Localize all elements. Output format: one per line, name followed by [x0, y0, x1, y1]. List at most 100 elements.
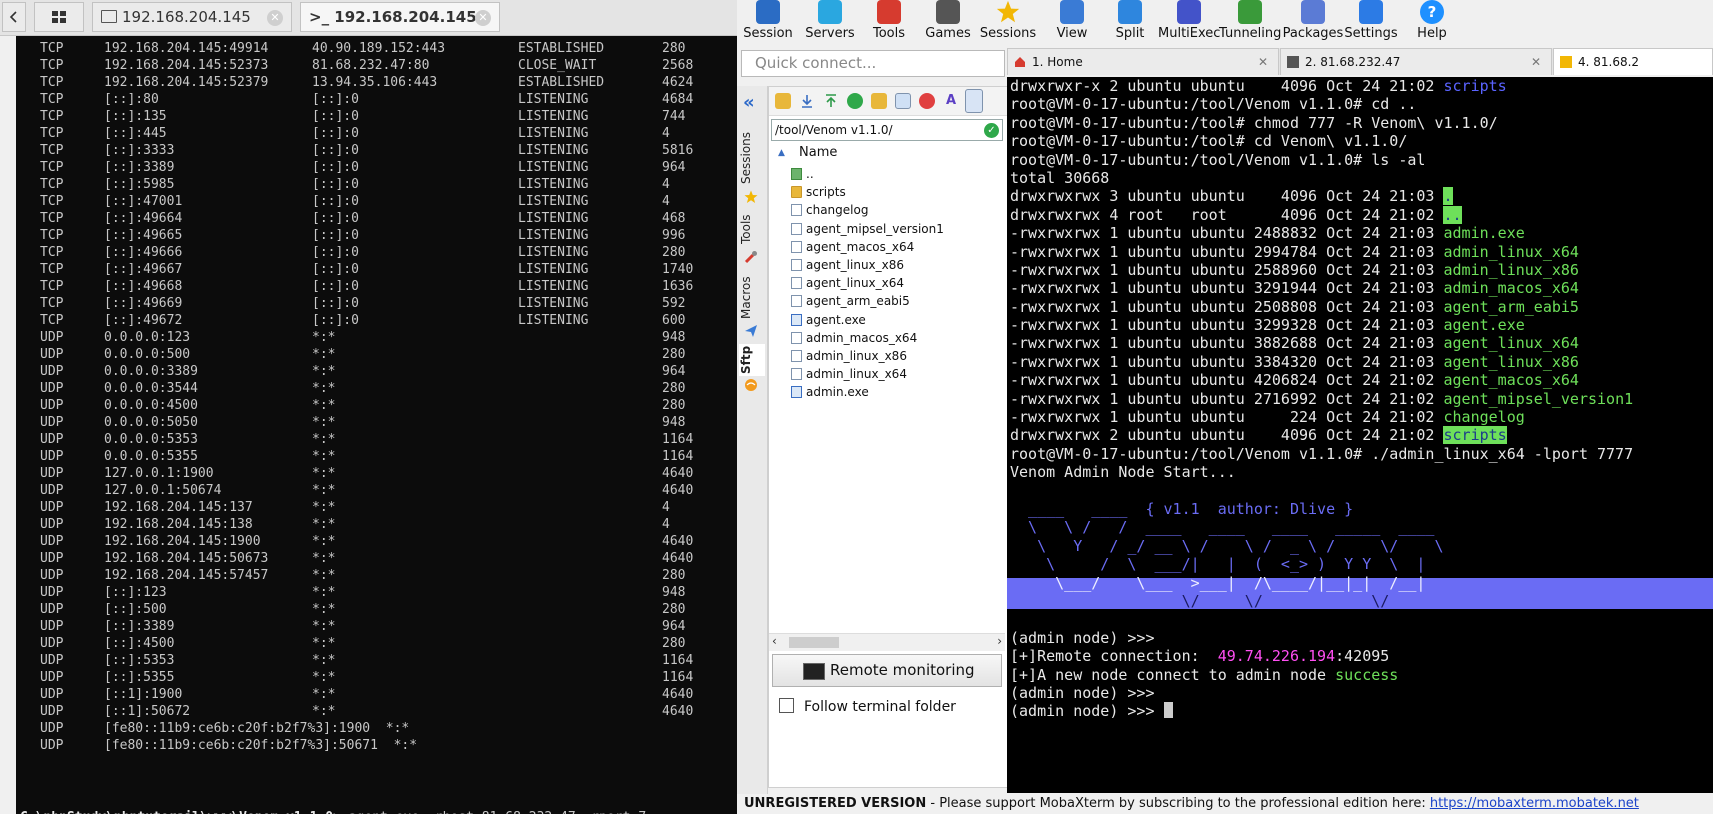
toolbar-view-button[interactable]: View [1041, 0, 1103, 46]
file-list-item[interactable]: agent_linux_x86 [769, 256, 1005, 274]
netstat-cell: [::]:4500 [104, 636, 175, 651]
toolbar-settings-button[interactable]: Settings [1340, 0, 1402, 46]
toolbar-split-button[interactable]: Split [1099, 0, 1161, 46]
netstat-cell: 127.0.0.1:50674 [104, 483, 222, 498]
toolbar-multiexec-button[interactable]: MultiExec [1158, 0, 1220, 46]
toolbar-help-button[interactable]: ? Help [1401, 0, 1463, 46]
close-icon[interactable]: ✕ [267, 10, 283, 26]
terminal-line: drwxrwxrwx 4 root root 4096 Oct 24 21:02… [1010, 205, 1633, 224]
netstat-cell: UDP [40, 534, 64, 549]
follow-terminal-folder-option[interactable]: Follow terminal folder [779, 696, 956, 718]
netstat-cell: *:* [312, 602, 336, 617]
refresh-icon[interactable] [847, 93, 863, 109]
file-list-item[interactable]: admin_linux_x64 [769, 365, 1005, 383]
toolbar-sessions-button[interactable]: Sessions [977, 0, 1039, 46]
checkmark-icon[interactable]: ✓ [984, 123, 999, 138]
toolbar-session-button[interactable]: Session [737, 0, 799, 46]
file-list-item[interactable]: agent_arm_eabi5 [769, 292, 1005, 310]
download-icon[interactable] [799, 93, 815, 109]
executable-icon [791, 313, 802, 326]
multiexec-icon [1177, 0, 1201, 24]
netstat-cell: TCP [40, 313, 64, 328]
unregistered-label: UNREGISTERED VERSION [744, 796, 927, 811]
netstat-cell: [fe80::11b9:ce6b:c20f:b2f7%3]:1900 *:* [104, 721, 410, 736]
tools-icon [744, 249, 758, 264]
file-name: agent_mipsel_version1 [806, 221, 944, 236]
scroll-right-icon[interactable]: › [997, 634, 1002, 648]
netstat-cell: UDP [40, 585, 64, 600]
file-list-item[interactable]: agent_linux_x64 [769, 274, 1005, 292]
netstat-cell: UDP [40, 721, 64, 736]
toolbar-tunneling-button[interactable]: Tunneling [1219, 0, 1281, 46]
toolbar-packages-button[interactable]: Packages [1282, 0, 1344, 46]
netstat-cell: [::]:49664 [104, 211, 183, 226]
netstat-cell: [::]:0 [312, 177, 359, 192]
toolbar-games-button[interactable]: Games [917, 0, 979, 46]
terminal-line: root@VM-0-17-ubuntu:/tool/Venom v1.1.0# … [1010, 95, 1633, 113]
tab-session-81-68-232-47[interactable]: 2. 81.68.232.47 ✕ [1280, 48, 1552, 75]
terminal-text: -rwxrwxrwx 1 ubuntu ubuntu 3384320 Oct 2… [1010, 352, 1444, 371]
close-icon[interactable]: ✕ [1531, 49, 1541, 75]
tab-label: 1. Home [1032, 55, 1083, 69]
netstat-cell: UDP [40, 483, 64, 498]
netstat-cell: TCP [40, 143, 64, 158]
tab-home[interactable]: 1. Home ✕ [1007, 48, 1279, 75]
file-list-item[interactable]: admin_linux_x86 [769, 347, 1005, 365]
terminal-text: -rwxrwxrwx 1 ubuntu ubuntu 2994784 Oct 2… [1010, 242, 1444, 261]
tab-sftp[interactable]: Sftp [739, 344, 765, 376]
horizontal-scrollbar[interactable]: ‹ › [769, 633, 1005, 651]
file-list-item[interactable]: scripts [769, 183, 1005, 201]
scroll-left-icon[interactable]: ‹ [772, 634, 777, 648]
file-list-item[interactable]: .. [769, 165, 1005, 183]
file-list-item[interactable]: changelog [769, 201, 1005, 219]
tab-shell-192-168-204-145[interactable]: >_ 192.168.204.145 ✕ [300, 2, 500, 32]
rename-icon[interactable]: A [943, 93, 959, 109]
upload-icon[interactable] [823, 93, 839, 109]
app-grid-icon[interactable] [34, 2, 84, 32]
file-name: agent_linux_x64 [806, 276, 905, 291]
terminal-line: \___/ \___ >___| /\____/|__|_| /__| [1010, 574, 1633, 592]
ssh-terminal[interactable]: drwxrwxr-x 2 ubuntu ubuntu 4096 Oct 24 2… [1007, 77, 1713, 793]
mobaxterm-link[interactable]: https://mobaxterm.mobatek.net [1430, 796, 1639, 811]
quick-connect-input[interactable]: Quick connect... [741, 50, 1005, 77]
terminal-line: \/ \/ \/ [1010, 592, 1633, 610]
toolbar-tools-button[interactable]: Tools [858, 0, 920, 46]
netstat-cell: LISTENING [518, 279, 589, 294]
tab-sessions[interactable]: Sessions [739, 130, 765, 186]
terminal-text: [+]A new node connect to admin node [1010, 665, 1336, 684]
file-icon [791, 331, 802, 344]
netstat-cell: 1164 [662, 670, 694, 685]
file-list-header[interactable]: ▲ Name [769, 143, 1005, 163]
file-list-item[interactable]: agent_macos_x64 [769, 238, 1005, 256]
remote-monitoring-button[interactable]: Remote monitoring [772, 654, 1002, 687]
netstat-cell: 4640 [662, 466, 694, 481]
terminal-text: [+]Remote connection: [1010, 647, 1218, 666]
scrollbar-thumb[interactable] [789, 637, 839, 648]
toolbar-label: View [1056, 26, 1088, 41]
delete-icon[interactable] [919, 93, 935, 109]
windows-console-output[interactable]: TCP 192.168.204.145:49914 40.90.189.152:44… [16, 36, 737, 814]
file-list-item[interactable]: admin_macos_x64 [769, 329, 1005, 347]
sftp-path-input[interactable]: /tool/Venom v1.1.0/ ✓ [771, 119, 1003, 141]
file-list-item[interactable]: agent_mipsel_version1 [769, 220, 1005, 238]
close-icon[interactable]: ✕ [1258, 49, 1268, 75]
close-icon[interactable]: ✕ [475, 10, 491, 26]
tab-tools[interactable]: Tools [739, 212, 765, 246]
tab-session-active[interactable]: 4. 81.68.2 [1553, 48, 1713, 75]
netstat-cell: 1636 [662, 279, 694, 294]
follow-folder-checkbox[interactable] [779, 698, 794, 713]
new-file-icon[interactable] [895, 93, 911, 109]
hidden-files-toggle-icon[interactable] [965, 89, 983, 113]
new-folder-icon[interactable] [871, 93, 887, 109]
file-list-item[interactable]: admin.exe [769, 383, 1005, 401]
terminal-text: admin_linux_x64 [1443, 242, 1579, 261]
collapse-sidebar-icon[interactable]: « [743, 92, 755, 113]
file-name: scripts [806, 185, 846, 200]
toolbar-servers-button[interactable]: Servers [799, 0, 861, 46]
tab-sftp-192-168-204-145[interactable]: 192.168.204.145 ✕ [92, 2, 292, 32]
file-list-item[interactable]: agent.exe [769, 311, 1005, 329]
grid-icon[interactable] [2, 2, 26, 32]
parent-folder-icon[interactable] [775, 93, 791, 109]
tab-macros[interactable]: Macros [739, 276, 765, 320]
toolbar-label: Packages [1282, 26, 1344, 41]
